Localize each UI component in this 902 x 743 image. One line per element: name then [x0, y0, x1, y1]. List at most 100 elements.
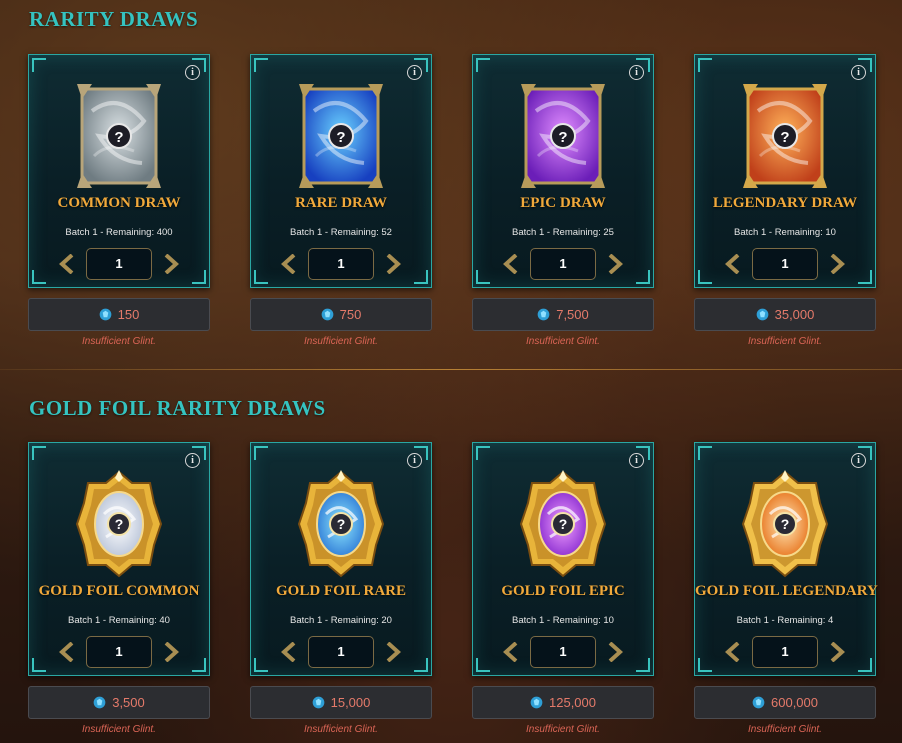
buy-button-gold-rare[interactable]: 15,000 — [250, 686, 432, 719]
price-value: 3,500 — [112, 695, 145, 710]
svg-text:?: ? — [781, 516, 790, 532]
frame-corner — [254, 446, 268, 460]
batch-remaining: Batch 1 - Remaining: 400 — [65, 227, 173, 238]
quantity-stepper: 1 — [29, 636, 209, 668]
batch-remaining: Batch 1 - Remaining: 40 — [68, 615, 170, 626]
buy-button-common[interactable]: 150 — [28, 298, 210, 331]
frame-corner — [476, 446, 490, 460]
card-title: GOLD FOIL LEGENDARY — [695, 583, 878, 599]
glint-gem-icon — [321, 308, 333, 321]
quantity-input[interactable]: 1 — [86, 636, 152, 668]
card-back-art-gold-rare: ? — [297, 470, 385, 578]
quantity-stepper: 1 — [695, 636, 875, 668]
svg-text:?: ? — [558, 129, 567, 146]
card-back-art-common: ? — [77, 84, 161, 188]
chevron-right-icon[interactable] — [827, 642, 845, 662]
chevron-left-icon[interactable] — [59, 254, 77, 274]
info-icon[interactable]: i — [851, 65, 866, 80]
price-value: 7,500 — [556, 307, 589, 322]
svg-text:?: ? — [337, 516, 346, 532]
quantity-input[interactable]: 1 — [308, 248, 374, 280]
buy-button-gold-epic[interactable]: 125,000 — [472, 686, 654, 719]
info-icon[interactable]: i — [407, 65, 422, 80]
chevron-right-icon[interactable] — [383, 254, 401, 274]
svg-text:?: ? — [114, 129, 123, 146]
chevron-left-icon[interactable] — [281, 642, 299, 662]
insufficient-funds-message: Insufficient Glint. — [526, 724, 600, 735]
card-title: RARE DRAW — [294, 195, 388, 211]
frame-corner — [254, 58, 268, 72]
buy-button-epic[interactable]: 7,500 — [472, 298, 654, 331]
buy-button-legendary[interactable]: 35,000 — [694, 298, 876, 331]
info-icon[interactable]: i — [185, 453, 200, 468]
chevron-left-icon[interactable] — [725, 254, 743, 274]
buy-button-rare[interactable]: 750 — [250, 298, 432, 331]
chevron-right-icon[interactable] — [161, 642, 179, 662]
batch-remaining: Batch 1 - Remaining: 10 — [512, 615, 614, 626]
chevron-left-icon[interactable] — [59, 642, 77, 662]
chevron-left-icon[interactable] — [725, 642, 743, 662]
batch-remaining: Batch 1 - Remaining: 52 — [290, 227, 392, 238]
quantity-stepper: 1 — [251, 248, 431, 280]
frame-corner — [698, 446, 712, 460]
insufficient-funds-message: Insufficient Glint. — [82, 724, 156, 735]
frame-corner — [698, 58, 712, 72]
card-back-art-rare: ? — [299, 84, 383, 188]
price-value: 600,000 — [771, 695, 818, 710]
quantity-input[interactable]: 1 — [752, 636, 818, 668]
glint-gem-icon — [99, 308, 111, 321]
draw-card-common: i ? COMMON DRAW Batch 1 - Remaining: 400 — [28, 54, 210, 288]
batch-remaining: Batch 1 - Remaining: 25 — [512, 227, 614, 238]
section-title-rarity-draws: RARITY DRAWS — [29, 7, 199, 31]
quantity-stepper: 1 — [473, 636, 653, 668]
price-value: 15,000 — [330, 695, 371, 710]
info-icon[interactable]: i — [185, 65, 200, 80]
info-icon[interactable]: i — [629, 453, 644, 468]
glint-gem-icon — [756, 308, 768, 321]
chevron-left-icon[interactable] — [503, 642, 521, 662]
frame-corner — [32, 446, 46, 460]
section-divider — [0, 369, 902, 370]
price-value: 150 — [117, 307, 140, 322]
quantity-input[interactable]: 1 — [530, 636, 596, 668]
chevron-left-icon[interactable] — [503, 254, 521, 274]
chevron-right-icon[interactable] — [605, 642, 623, 662]
card-back-art-gold-legendary: ? — [741, 470, 829, 578]
info-icon[interactable]: i — [629, 65, 644, 80]
chevron-right-icon[interactable] — [605, 254, 623, 274]
card-title: LEGENDARY DRAW — [712, 195, 858, 211]
card-title: GOLD FOIL EPIC — [501, 583, 625, 599]
chevron-left-icon[interactable] — [281, 254, 299, 274]
card-title: GOLD FOIL RARE — [275, 583, 407, 599]
insufficient-funds-message: Insufficient Glint. — [748, 724, 822, 735]
glint-gem-icon — [312, 696, 324, 709]
draw-card-gold-common: i ? GOLD FOIL COMMON Batch 1 - Remaining… — [28, 442, 210, 676]
draw-card-gold-legendary: i ? GOLD FOIL LEGENDARY Batch 1 - Remain… — [694, 442, 878, 676]
card-back-art-gold-common: ? — [75, 470, 163, 578]
card-back-art-gold-epic: ? — [519, 470, 607, 578]
draw-card-epic: i ? EPIC DRAW Batch 1 - Remaining: 25 1 — [472, 54, 654, 288]
chevron-right-icon[interactable] — [383, 642, 401, 662]
chevron-right-icon[interactable] — [827, 254, 845, 274]
svg-text:?: ? — [115, 516, 124, 532]
quantity-input[interactable]: 1 — [530, 248, 596, 280]
glint-gem-icon — [530, 696, 543, 709]
info-icon[interactable]: i — [851, 453, 866, 468]
quantity-stepper: 1 — [251, 636, 431, 668]
quantity-input[interactable]: 1 — [86, 248, 152, 280]
insufficient-funds-message: Insufficient Glint. — [748, 336, 822, 347]
info-icon[interactable]: i — [407, 453, 422, 468]
buy-button-gold-legendary[interactable]: 600,000 — [694, 686, 876, 719]
quantity-input[interactable]: 1 — [752, 248, 818, 280]
batch-remaining: Batch 1 - Remaining: 10 — [734, 227, 836, 238]
insufficient-funds-message: Insufficient Glint. — [304, 336, 378, 347]
frame-corner — [32, 58, 46, 72]
buy-button-gold-common[interactable]: 3,500 — [28, 686, 210, 719]
frame-corner — [476, 58, 490, 72]
quantity-input[interactable]: 1 — [308, 636, 374, 668]
chevron-right-icon[interactable] — [161, 254, 179, 274]
glint-gem-icon — [752, 696, 765, 709]
draw-card-legendary: i ? LEGENDARY DRAW Batch 1 - Remaining: … — [694, 54, 876, 288]
batch-remaining: Batch 1 - Remaining: 4 — [736, 615, 834, 626]
card-back-art-legendary: ? — [743, 84, 827, 188]
